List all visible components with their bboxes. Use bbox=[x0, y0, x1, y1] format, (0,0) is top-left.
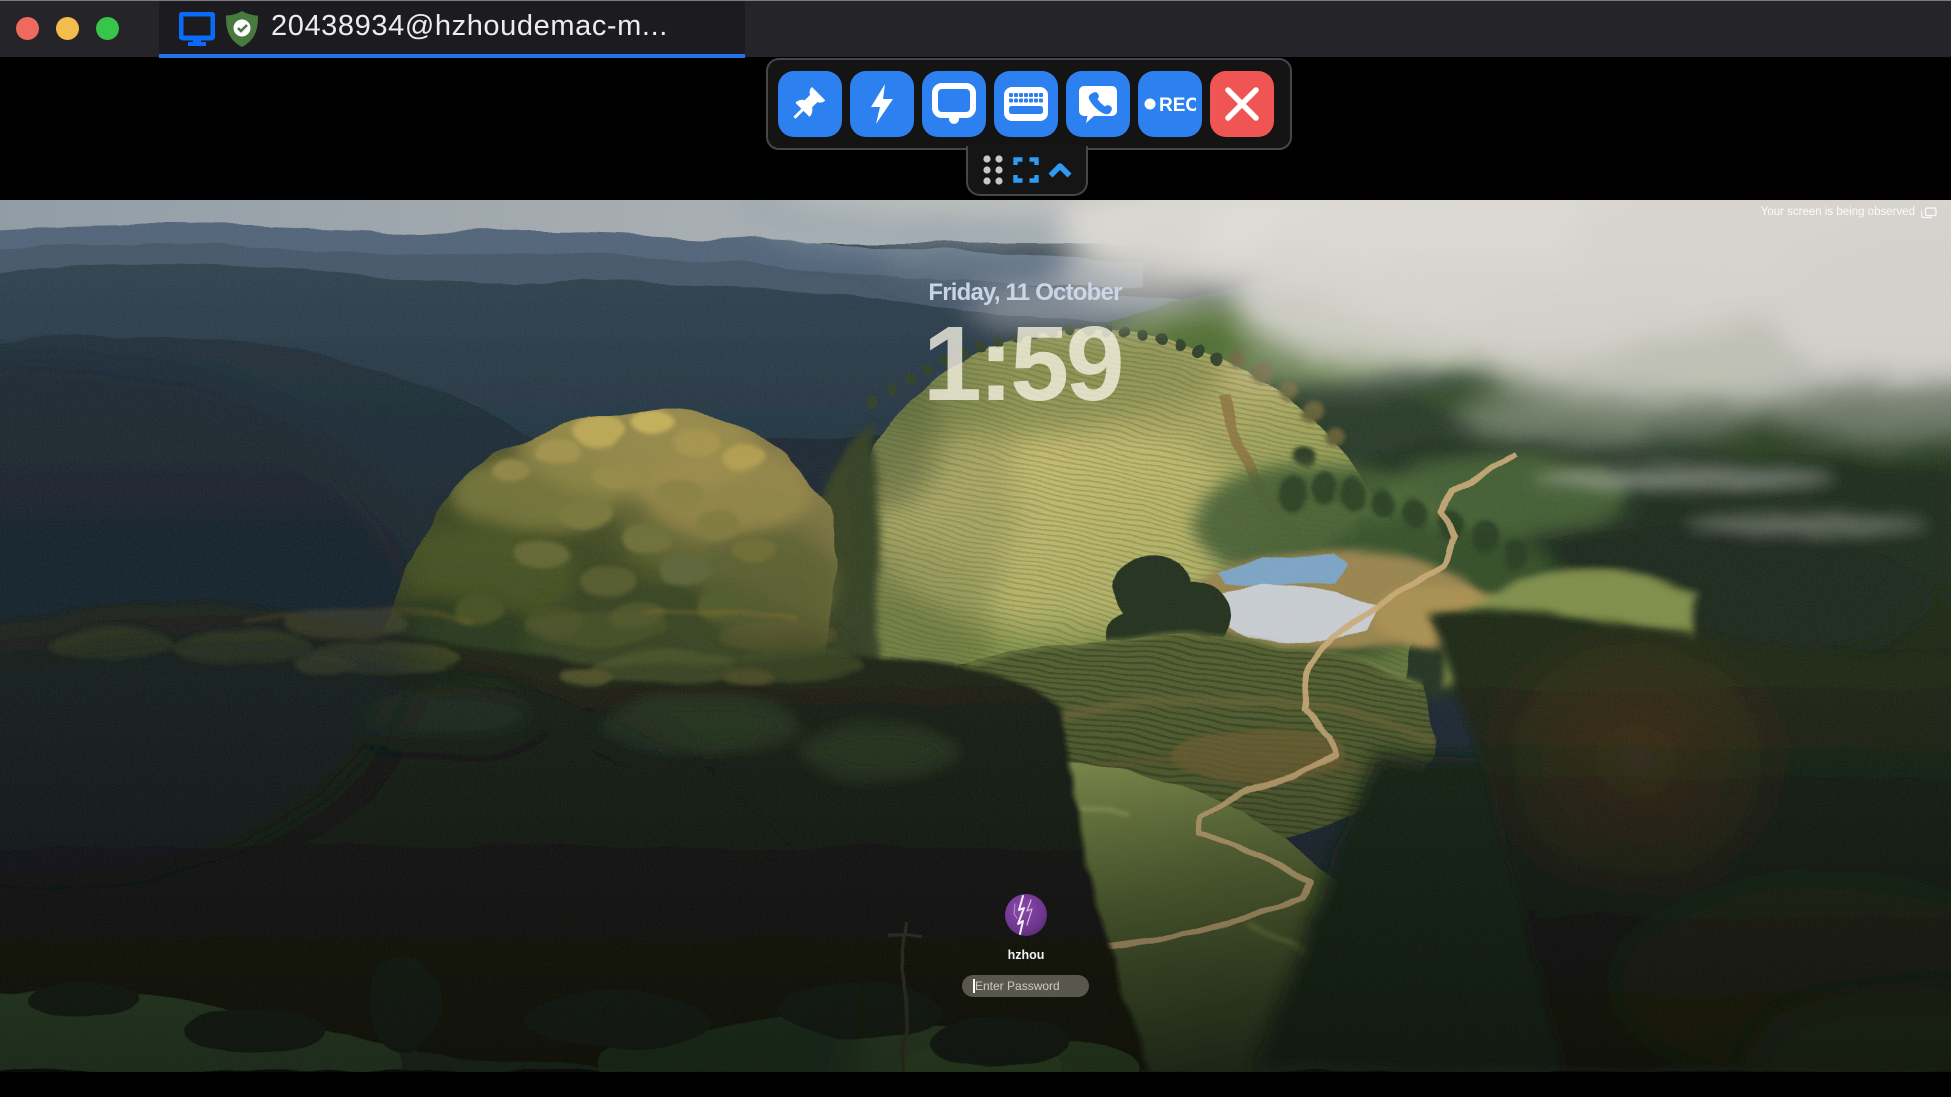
svg-text:REC: REC bbox=[1159, 95, 1196, 115]
